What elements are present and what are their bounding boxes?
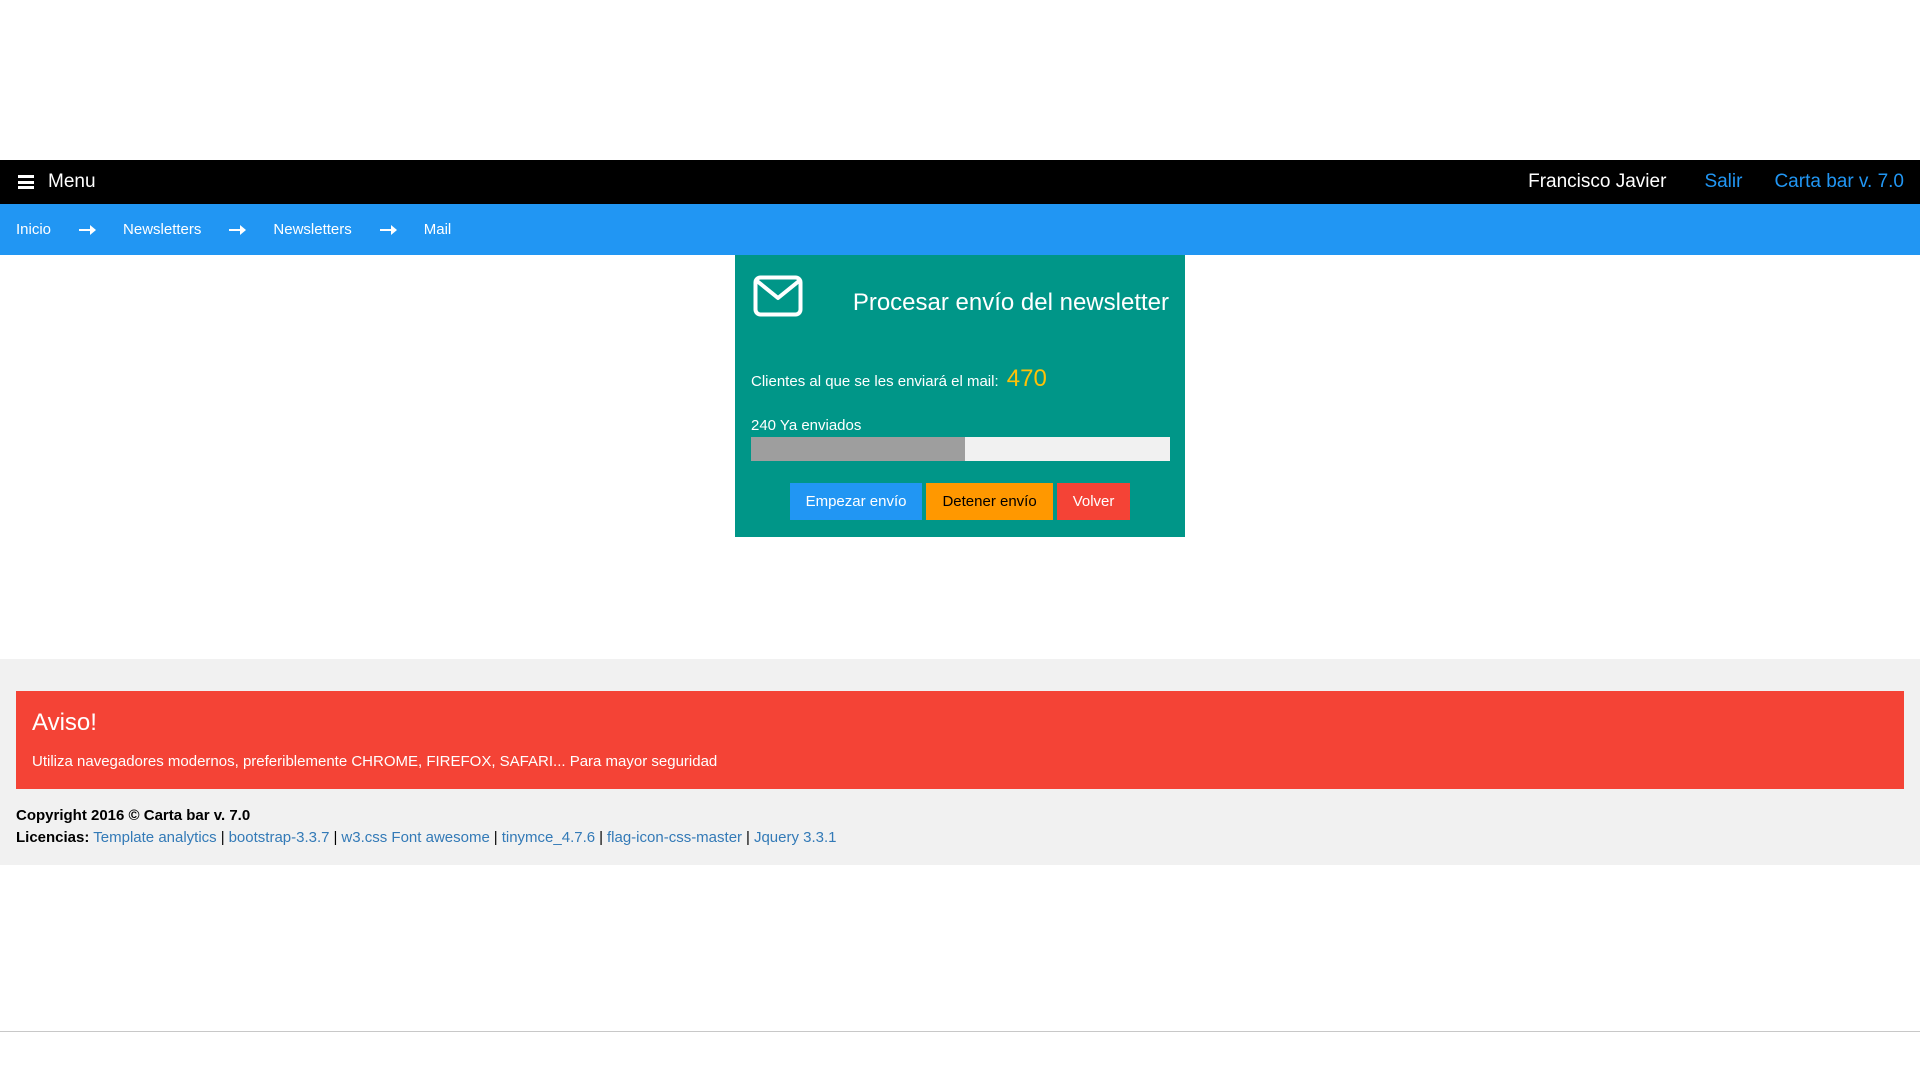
footer: Aviso! Utiliza navegadores modernos, pre… — [0, 659, 1920, 865]
breadcrumb-item-newsletters-2[interactable]: Newsletters — [273, 221, 351, 238]
back-button[interactable]: Volver — [1056, 483, 1131, 520]
license-link-template-analytics[interactable]: Template analytics — [93, 829, 216, 846]
action-buttons: Empezar envío Detener envío Volver — [735, 483, 1185, 520]
logout-link[interactable]: Salir — [1704, 171, 1742, 193]
license-link-jquery[interactable]: Jquery 3.3.1 — [754, 829, 837, 846]
breadcrumb-item-inicio[interactable]: Inicio — [16, 221, 51, 238]
hamburger-icon — [18, 175, 34, 189]
breadcrumb: Inicio Newsletters Newsletters Mail — [0, 204, 1920, 255]
panel-title: Procesar envío del newsletter — [852, 289, 1169, 316]
envelope-icon — [753, 275, 803, 317]
stop-sending-button[interactable]: Detener envío — [926, 483, 1053, 520]
license-link-w3css[interactable]: w3.css Font awesome — [341, 829, 489, 846]
newsletter-panel: Procesar envío del newsletter Clientes a… — [735, 255, 1185, 537]
license-link-bootstrap[interactable]: bootstrap-3.3.7 — [229, 829, 330, 846]
user-name: Francisco Javier — [1528, 171, 1667, 192]
divider — [0, 1031, 1920, 1032]
clients-label: Clientes al que se les enviará el mail: — [751, 373, 999, 390]
arrow-right-icon — [79, 224, 97, 235]
progress-bar — [751, 437, 1170, 461]
breadcrumb-item-newsletters[interactable]: Newsletters — [123, 221, 201, 238]
menu-label: Menu — [48, 171, 96, 192]
copyright-text: Copyright 2016 © Carta bar v. 7.0 — [16, 807, 251, 824]
arrow-right-icon — [379, 224, 397, 235]
license-link-tinymce[interactable]: tinymce_4.7.6 — [502, 829, 595, 846]
topbar-right: Francisco Javier Salir Carta bar v. 7.0 — [1528, 171, 1904, 193]
arrow-right-icon — [229, 224, 247, 235]
version-link[interactable]: Carta bar v. 7.0 — [1774, 171, 1904, 193]
sent-count-label: 240 Ya enviados — [751, 417, 862, 434]
warning-alert: Aviso! Utiliza navegadores modernos, pre… — [16, 691, 1904, 789]
license-link-flag-icon[interactable]: flag-icon-css-master — [607, 829, 742, 846]
alert-title: Aviso! — [32, 709, 97, 736]
clients-count: 470 — [1006, 365, 1047, 392]
licenses-line: Licencias: Template analytics | bootstrap-… — [16, 829, 837, 846]
alert-text: Utiliza navegadores modernos, preferible… — [32, 753, 718, 770]
top-navbar: Menu Francisco Javier Salir Carta bar v.… — [0, 160, 1920, 204]
start-sending-button[interactable]: Empezar envío — [789, 483, 923, 520]
licenses-label: Licencias: — [16, 829, 90, 846]
progress-bar-fill — [751, 437, 965, 461]
breadcrumb-item-mail[interactable]: Mail — [424, 221, 452, 238]
clients-line: Clientes al que se les enviará el mail: … — [751, 365, 1047, 393]
menu-button[interactable]: Menu — [18, 171, 96, 193]
